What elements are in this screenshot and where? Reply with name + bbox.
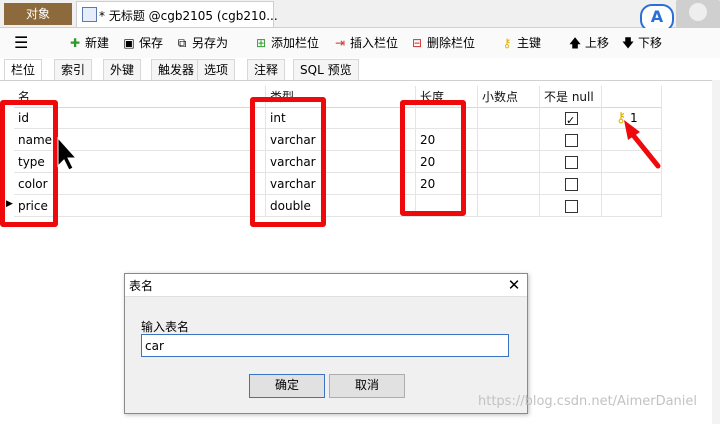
- dialog-title: 表名: [129, 279, 154, 293]
- close-icon[interactable]: ✕: [503, 275, 525, 295]
- table-name-input[interactable]: [141, 334, 509, 357]
- arrow-to-key-icon: [624, 120, 661, 169]
- watermark-text: https://blog.csdn.net/AimerDaniel: [478, 394, 698, 409]
- ok-button[interactable]: 确定: [249, 374, 325, 398]
- vertical-scrollbar[interactable]: [712, 80, 720, 424]
- table-name-label: 输入表名: [141, 320, 190, 334]
- mouse-cursor-icon: [57, 136, 78, 171]
- table-name-dialog: 表名 ✕ 输入表名 确定 取消: [124, 273, 528, 414]
- dialog-titlebar: [125, 274, 527, 297]
- cancel-button[interactable]: 取消: [329, 374, 405, 398]
